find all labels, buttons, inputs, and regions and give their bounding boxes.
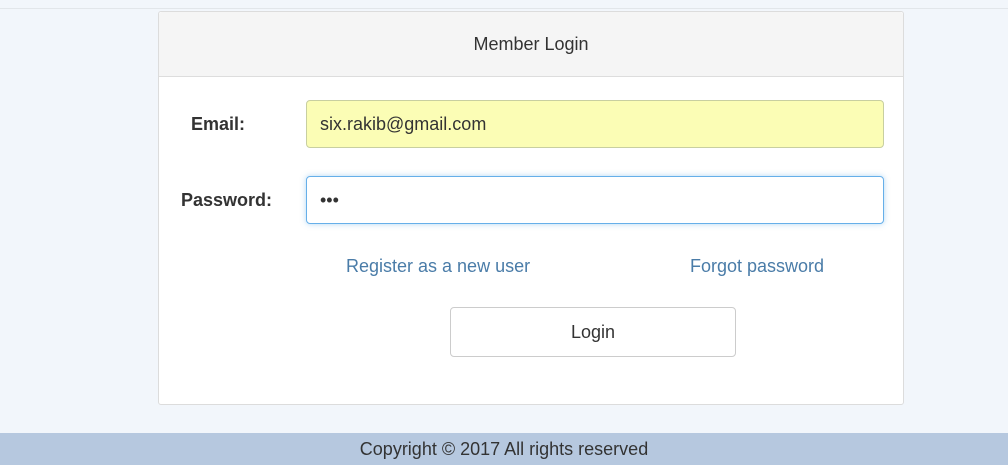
email-field[interactable]	[306, 100, 884, 148]
login-button[interactable]: Login	[450, 307, 736, 357]
password-field[interactable]	[306, 176, 884, 224]
password-row: Password:	[159, 176, 903, 224]
email-row: Email:	[159, 100, 903, 148]
panel-title: Member Login	[159, 12, 903, 77]
login-panel: Member Login Email: Password: Register a…	[158, 11, 904, 405]
password-label: Password:	[181, 190, 273, 210]
email-label: Email:	[191, 114, 246, 134]
top-divider	[0, 0, 1008, 9]
register-link[interactable]: Register as a new user	[346, 256, 530, 277]
login-links: Register as a new user Forgot password	[159, 256, 903, 282]
forgot-password-link[interactable]: Forgot password	[690, 256, 824, 277]
footer-copyright: Copyright © 2017 All rights reserved	[0, 433, 1008, 465]
